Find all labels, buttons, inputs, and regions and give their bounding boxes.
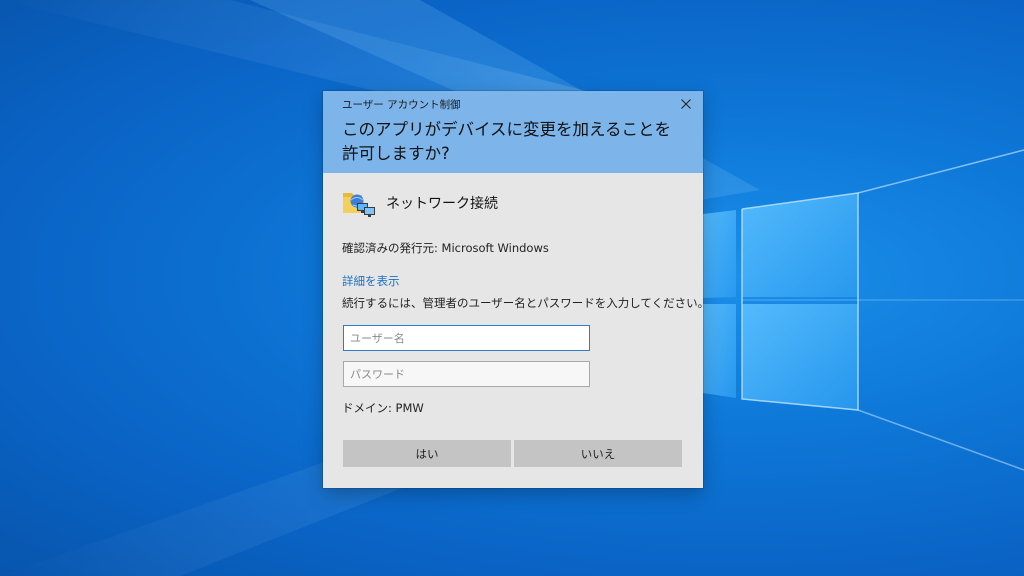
no-button[interactable]: いいえ <box>514 440 682 467</box>
verified-publisher: 確認済みの発行元: Microsoft Windows <box>342 241 549 255</box>
desktop: ユーザー アカウント制御 このアプリがデバイスに変更を加えることを許可しますか? <box>0 0 1024 576</box>
close-button[interactable] <box>675 94 697 114</box>
close-icon <box>681 99 691 109</box>
logo-pane <box>742 304 858 410</box>
network-connections-icon <box>343 193 375 217</box>
logo-pane <box>742 193 858 297</box>
logo-pane <box>703 304 736 398</box>
dialog-header: ユーザー アカウント制御 このアプリがデバイスに変更を加えることを許可しますか? <box>323 91 703 173</box>
dialog-title: このアプリがデバイスに変更を加えることを許可しますか? <box>342 120 672 163</box>
yes-button[interactable]: はい <box>343 440 511 467</box>
dialog-caption: ユーザー アカウント制御 <box>342 99 461 111</box>
credentials-instruction: 続行するには、管理者のユーザー名とパスワードを入力してください。 <box>342 296 710 310</box>
domain-label: ドメイン: PMW <box>342 401 424 415</box>
uac-dialog: ユーザー アカウント制御 このアプリがデバイスに変更を加えることを許可しますか? <box>323 91 709 488</box>
app-info: ネットワーク接続 <box>342 187 498 219</box>
show-details-link[interactable]: 詳細を表示 <box>342 273 400 289</box>
username-input[interactable] <box>343 325 590 351</box>
app-name: ネットワーク接続 <box>386 196 498 212</box>
password-input[interactable] <box>343 361 590 387</box>
logo-pane <box>703 210 736 298</box>
